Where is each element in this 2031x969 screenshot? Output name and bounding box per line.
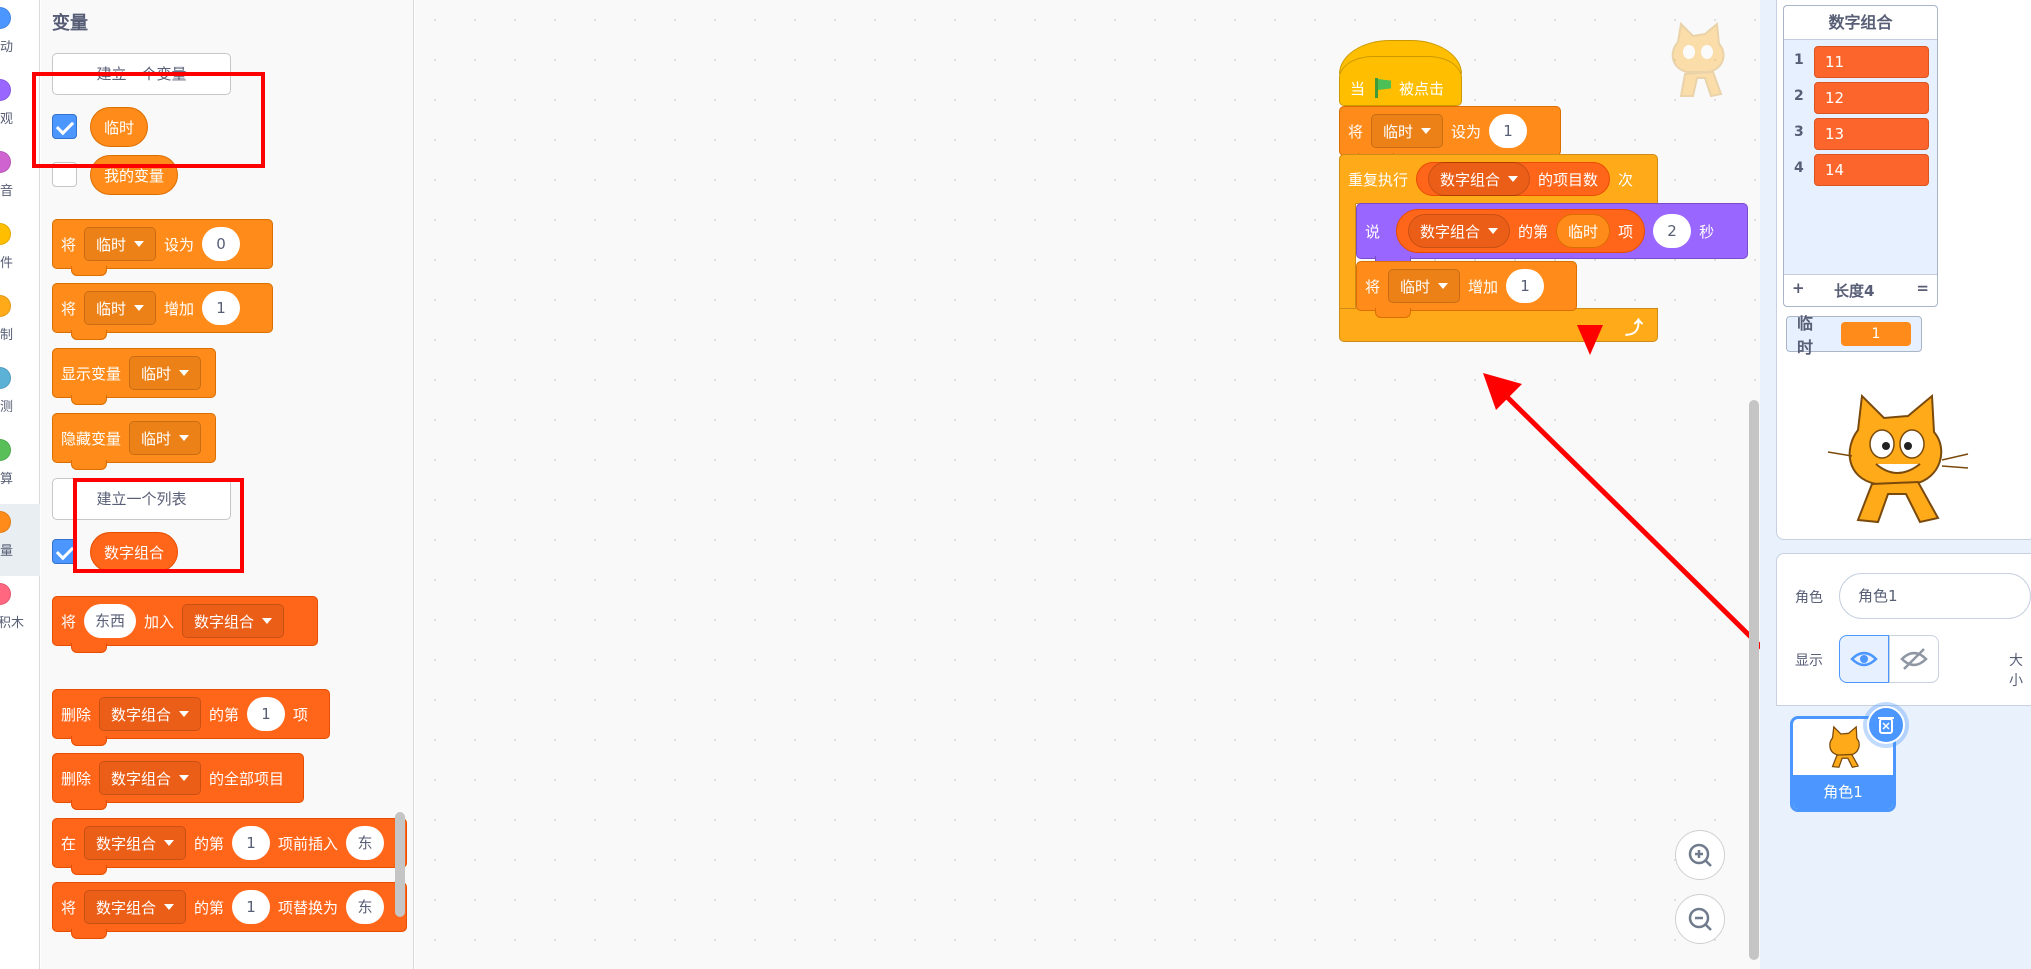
list-length-label: 长度4: [1834, 282, 1875, 300]
list-monitor-row: 1 11: [1784, 45, 1934, 78]
sprite-name-label: 角色: [1795, 590, 1823, 606]
list-item-value[interactable]: 11: [1814, 46, 1929, 78]
list-monitor-row: 2 12: [1784, 81, 1934, 114]
size-label: 大小: [2009, 653, 2023, 689]
annotation-arrow-overlay: [1483, 373, 1823, 708]
list-item-index: 4: [1794, 160, 1804, 176]
list-item-index: 3: [1794, 124, 1804, 140]
trash-icon: [1878, 717, 1894, 734]
list-monitor: 数字组合 1 11 2 12 3 13 4 14 + 长度4 =: [1783, 5, 1938, 307]
list-monitor-footer: + 长度4 =: [1784, 274, 1937, 306]
eye-off-icon: [1900, 648, 1928, 670]
sprite-name-input[interactable]: 角色1: [1839, 573, 2031, 619]
show-label: 显示: [1795, 653, 1823, 669]
workspace-scrollbar[interactable]: [1749, 400, 1759, 960]
zoom-in-icon: [1688, 843, 1712, 867]
zoom-out-button[interactable]: [1675, 894, 1725, 944]
eye-icon: [1850, 651, 1878, 667]
list-item-value[interactable]: 12: [1814, 82, 1929, 114]
show-sprite-button[interactable]: [1839, 635, 1889, 683]
delete-sprite-button[interactable]: [1867, 706, 1905, 744]
scratch-editor: 动 观 音 件 制 测 算 量 积木 变量 建立一个变量 临时 我的变量 将 临…: [0, 0, 2031, 969]
cat-sprite-icon[interactable]: [1822, 390, 1972, 540]
list-item-index: 2: [1794, 88, 1804, 104]
zoom-out-icon: [1688, 907, 1712, 931]
list-monitor-title: 数字组合: [1784, 6, 1937, 40]
list-monitor-row: 3 13: [1784, 117, 1934, 150]
variable-monitor: 临时 1: [1786, 314, 1922, 357]
list-item-value[interactable]: 13: [1814, 118, 1929, 150]
list-resize-handle[interactable]: =: [1916, 279, 1929, 297]
variable-monitor-value: 1: [1841, 322, 1911, 346]
hide-sprite-button[interactable]: [1889, 635, 1939, 683]
sprite-tile-name: 角色1: [1793, 775, 1893, 809]
sprite-thumbnail-icon: [1829, 725, 1860, 768]
list-item-index: 1: [1794, 52, 1804, 68]
list-add-button[interactable]: +: [1792, 279, 1805, 297]
annotation-triangle-icon: [1577, 325, 1603, 355]
variable-monitor-name: 临时: [1797, 314, 1814, 357]
list-item-value[interactable]: 14: [1814, 154, 1929, 186]
zoom-in-button[interactable]: [1675, 830, 1725, 880]
list-monitor-row: 4 14: [1784, 153, 1934, 186]
